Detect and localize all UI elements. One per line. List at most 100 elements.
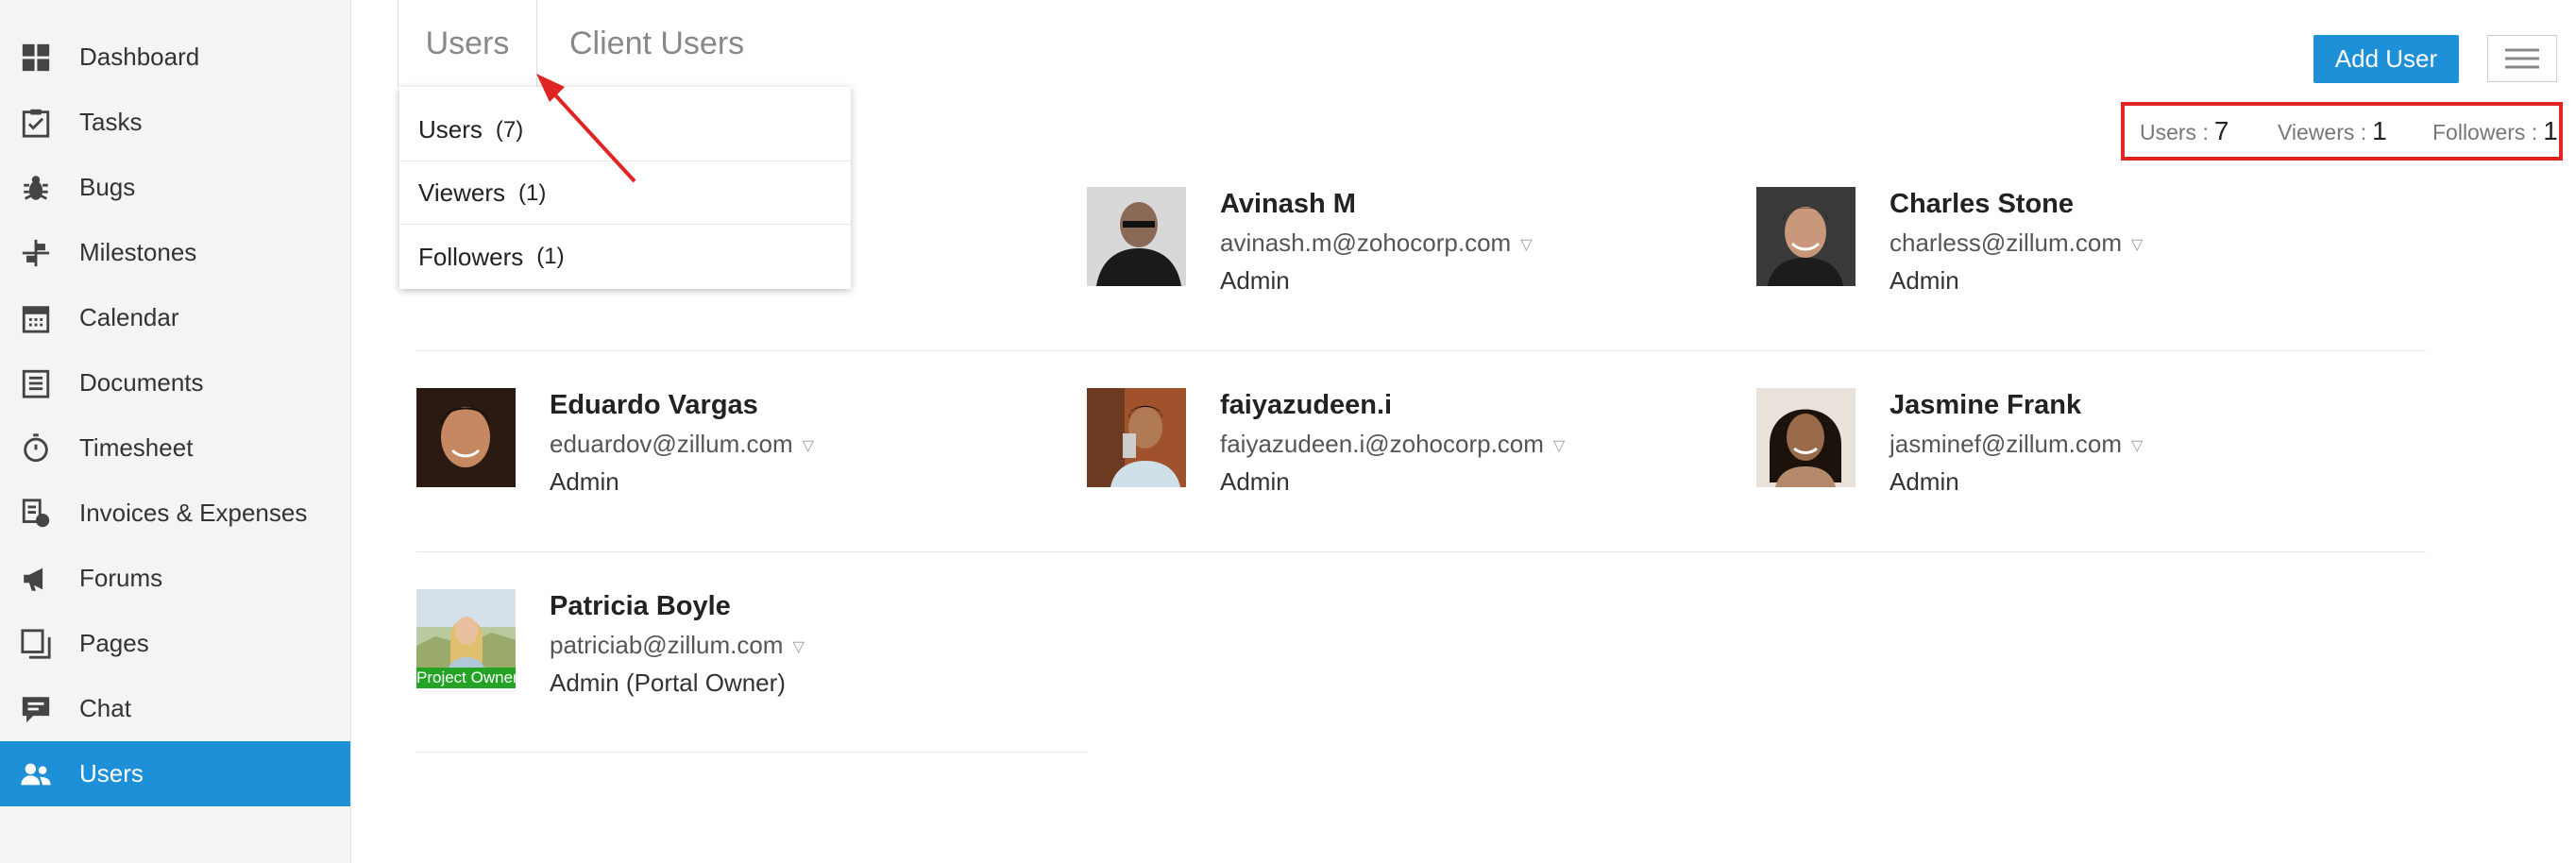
- sidebar-item-timesheet[interactable]: Timesheet: [0, 415, 350, 481]
- user-email-text: jasminef@zillum.com: [1890, 430, 2122, 458]
- add-user-button[interactable]: Add User: [2313, 35, 2459, 83]
- bug-icon: [19, 171, 53, 205]
- documents-icon: [19, 366, 53, 400]
- caret-down-icon[interactable]: ▽: [1553, 436, 1565, 455]
- dropdown-item-label: Followers: [418, 242, 524, 271]
- sidebar-item-label: Forums: [79, 564, 163, 592]
- avatar[interactable]: [1087, 388, 1186, 487]
- sidebar-item-calendar[interactable]: Calendar: [0, 285, 350, 350]
- sidebar-item-tasks[interactable]: Tasks: [0, 90, 350, 155]
- user-role: Admin: [1890, 266, 1959, 295]
- megaphone-icon: [19, 562, 53, 596]
- user-email: jasminef@zillum.com ▽: [1890, 430, 2143, 459]
- user-card[interactable]: Project Owner Patricia Boyle patriciab@z…: [416, 589, 1049, 731]
- milestone-icon: [19, 236, 53, 270]
- caret-down-icon[interactable]: ▽: [2131, 436, 2143, 455]
- dropdown-item-count: (1): [536, 244, 565, 269]
- user-email: charless@zillum.com ▽: [1890, 228, 2143, 258]
- users-count-label: Users :: [2140, 120, 2209, 144]
- sidebar-item-forums[interactable]: Forums: [0, 546, 350, 611]
- followers-count-label: Followers :: [2432, 120, 2538, 144]
- caret-down-icon[interactable]: ▽: [792, 637, 804, 656]
- sidebar-item-documents[interactable]: Documents: [0, 350, 350, 415]
- sidebar-item-milestones[interactable]: Milestones: [0, 220, 350, 285]
- user-email: patriciab@zillum.com ▽: [550, 631, 805, 660]
- dropdown-item-label: Users: [418, 115, 483, 144]
- sidebar-item-label: Documents: [79, 368, 204, 397]
- project-owner-badge: Project Owner: [416, 668, 516, 688]
- sidebar-item-label: Dashboard: [79, 42, 200, 71]
- user-role: Admin: [550, 467, 619, 496]
- avatar[interactable]: [1087, 187, 1186, 286]
- tasks-icon: [19, 106, 53, 140]
- user-card[interactable]: Jasmine Frank jasminef@zillum.com ▽ Admin: [1756, 388, 2389, 530]
- user-name[interactable]: Avinash M: [1220, 189, 1356, 220]
- user-email: avinash.m@zohocorp.com ▽: [1220, 228, 1533, 258]
- avatar[interactable]: [416, 388, 516, 487]
- user-name[interactable]: Eduardo Vargas: [550, 390, 758, 421]
- pages-icon: [19, 627, 53, 661]
- sidebar-item-users[interactable]: Users: [0, 741, 350, 806]
- users-count-value: 7: [2213, 116, 2229, 145]
- user-name[interactable]: faiyazudeen.i: [1220, 390, 1392, 421]
- caret-down-icon[interactable]: ▽: [1520, 235, 1532, 254]
- invoice-icon: [19, 497, 53, 531]
- hamburger-icon: [2505, 48, 2539, 69]
- user-role: Admin: [1220, 467, 1290, 496]
- calendar-icon: [19, 301, 53, 335]
- user-email-text: patriciab@zillum.com: [550, 631, 784, 659]
- user-card[interactable]: Charles Stone charless@zillum.com ▽ Admin: [1756, 187, 2389, 329]
- caret-down-icon[interactable]: ▽: [2131, 235, 2143, 254]
- row-divider: [416, 752, 1087, 753]
- chat-icon: [19, 692, 53, 726]
- sidebar-item-label: Milestones: [79, 238, 197, 266]
- user-card[interactable]: faiyazudeen.i faiyazudeen.i@zohocorp.com…: [1087, 388, 1720, 530]
- row-divider: [416, 551, 2426, 552]
- user-card[interactable]: Avinash M avinash.m@zohocorp.com ▽ Admin: [1087, 187, 1720, 329]
- viewers-count: Viewers :1: [2278, 116, 2387, 146]
- sidebar-item-label: Invoices & Expenses: [79, 499, 308, 527]
- sidebar-item-label: Users: [79, 759, 144, 787]
- user-name[interactable]: Jasmine Frank: [1890, 390, 2081, 421]
- followers-count-value: 1: [2543, 116, 2558, 145]
- sidebar-item-label: Calendar: [79, 303, 179, 331]
- user-email-text: faiyazudeen.i@zohocorp.com: [1220, 430, 1544, 458]
- users-count: Users :7: [2140, 116, 2229, 146]
- sidebar-item-label: Timesheet: [79, 433, 194, 462]
- sidebar-item-label: Chat: [79, 694, 131, 722]
- user-card[interactable]: Eduardo Vargas eduardov@zillum.com ▽ Admi…: [416, 388, 1049, 530]
- avatar[interactable]: [1756, 187, 1856, 286]
- user-email-text: eduardov@zillum.com: [550, 430, 793, 458]
- caret-down-icon[interactable]: ▽: [803, 436, 814, 455]
- avatar[interactable]: [1756, 388, 1856, 487]
- user-role: Admin (Portal Owner): [550, 668, 786, 697]
- user-name[interactable]: Charles Stone: [1890, 189, 2074, 220]
- viewers-count-label: Viewers :: [2278, 120, 2367, 144]
- user-email: faiyazudeen.i@zohocorp.com ▽: [1220, 430, 1565, 459]
- sidebar-item-label: Pages: [79, 629, 149, 657]
- annotation-arrow: [536, 74, 636, 183]
- user-email-text: avinash.m@zohocorp.com: [1220, 228, 1512, 257]
- sidebar-item-pages[interactable]: Pages: [0, 611, 350, 676]
- sidebar: Dashboard Tasks Bugs Milestones Calendar…: [0, 0, 351, 863]
- user-role: Admin: [1890, 467, 1959, 496]
- user-email-text: charless@zillum.com: [1890, 228, 2122, 257]
- dashboard-icon: [19, 41, 53, 75]
- row-divider: [416, 350, 2426, 351]
- user-name[interactable]: Patricia Boyle: [550, 591, 731, 622]
- dropdown-item-label: Viewers: [418, 178, 506, 207]
- sidebar-item-chat[interactable]: Chat: [0, 676, 350, 741]
- user-email: eduardov@zillum.com ▽: [550, 430, 814, 459]
- sidebar-item-invoices[interactable]: Invoices & Expenses: [0, 481, 350, 546]
- tab-users[interactable]: Users: [398, 0, 537, 87]
- sidebar-item-dashboard[interactable]: Dashboard: [0, 25, 350, 90]
- dropdown-item-followers[interactable]: Followers (1): [399, 226, 851, 288]
- menu-button[interactable]: [2487, 35, 2557, 82]
- timer-icon: [19, 432, 53, 465]
- sidebar-item-bugs[interactable]: Bugs: [0, 155, 350, 220]
- sidebar-item-label: Tasks: [79, 108, 143, 136]
- viewers-count-value: 1: [2372, 116, 2387, 145]
- followers-count: Followers :1: [2432, 116, 2558, 146]
- avatar[interactable]: Project Owner: [416, 589, 516, 688]
- user-role: Admin: [1220, 266, 1290, 295]
